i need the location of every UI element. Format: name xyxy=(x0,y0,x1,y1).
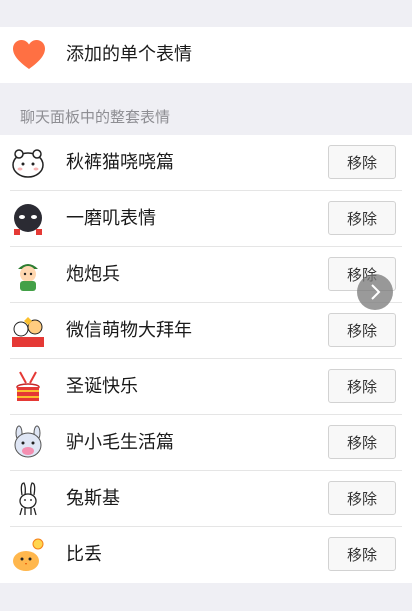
pack-name: 比丢 xyxy=(66,544,102,565)
single-sticker-row[interactable]: 添加的单个表情 xyxy=(0,27,412,83)
pack-row: 比丢 移除 xyxy=(0,527,412,583)
soldier-icon xyxy=(18,264,38,291)
pack-row: 秋裤猫哓哓篇 移除 xyxy=(0,135,412,191)
top-spacer xyxy=(0,0,412,27)
pack-name: 炮炮兵 xyxy=(66,264,120,285)
white-cat-icon xyxy=(12,149,44,178)
chevron-right-icon xyxy=(371,284,381,300)
pack-row: 一磨叽表情 移除 xyxy=(0,191,412,247)
remove-button[interactable]: 移除 xyxy=(328,145,396,179)
pack-name: 圣诞快乐 xyxy=(66,376,138,397)
remove-button[interactable]: 移除 xyxy=(328,369,396,403)
dark-blob-icon xyxy=(14,204,42,235)
remove-button[interactable]: 移除 xyxy=(328,313,396,347)
chick-icon xyxy=(13,538,44,571)
pack-name: 微信萌物大拜年 xyxy=(66,320,192,341)
new-year-mascots-icon xyxy=(12,317,44,347)
remove-button[interactable]: 移除 xyxy=(328,537,396,571)
heart-icon xyxy=(13,40,45,69)
pack-name: 一磨叽表情 xyxy=(66,208,156,229)
rabbit-icon xyxy=(19,482,37,516)
remove-button[interactable]: 移除 xyxy=(328,201,396,235)
section-title: 聊天面板中的整套表情 xyxy=(20,108,171,126)
pack-row: 驴小毛生活篇 移除 xyxy=(0,415,412,471)
remove-button[interactable]: 移除 xyxy=(328,425,396,459)
christmas-drum-icon xyxy=(16,371,40,401)
pack-row: 炮炮兵 移除 xyxy=(0,247,412,303)
pack-row: 微信萌物大拜年 移除 xyxy=(0,303,412,359)
donkey-icon xyxy=(14,425,42,458)
pack-name: 兔斯基 xyxy=(66,488,120,509)
pack-row: 兔斯基 移除 xyxy=(0,471,412,527)
floating-scroll-button[interactable] xyxy=(357,274,393,310)
single-sticker-label: 添加的单个表情 xyxy=(66,44,192,65)
remove-button[interactable]: 移除 xyxy=(328,481,396,515)
pack-name: 驴小毛生活篇 xyxy=(66,432,174,453)
pack-name: 秋裤猫哓哓篇 xyxy=(66,152,174,173)
sticker-pack-list: 秋裤猫哓哓篇 移除 一磨叽表情 移除 炮炮兵 移除 微信萌物大拜年 移除 圣诞快… xyxy=(0,135,412,583)
pack-row: 圣诞快乐 移除 xyxy=(0,359,412,415)
